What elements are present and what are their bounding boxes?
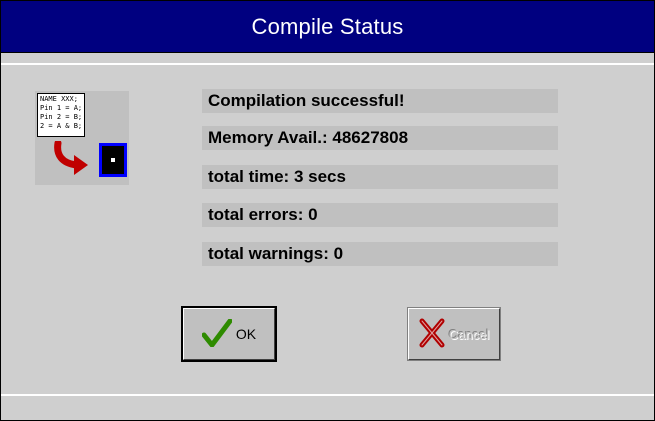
total-errors: total errors: 0 (202, 203, 558, 227)
chip-icon (99, 143, 127, 177)
memory-available: Memory Avail.: 48627808 (202, 126, 558, 150)
compile-status-dialog: Compile Status NAME XXX; Pin 1 = A; Pin … (0, 0, 655, 421)
status-message: Compilation successful! (202, 89, 558, 113)
total-warnings: total warnings: 0 (202, 242, 558, 266)
cancel-button[interactable]: Cancel (407, 307, 501, 361)
code-line: NAME XXX; (40, 95, 78, 103)
compile-icon: NAME XXX; Pin 1 = A; Pin 2 = B; 2 = A & … (35, 91, 129, 185)
ok-label: OK (235, 326, 257, 342)
curved-arrow-icon (50, 139, 94, 177)
separator (1, 394, 654, 396)
code-line: Pin 1 = A; (40, 104, 83, 112)
title-bar[interactable]: Compile Status (1, 1, 654, 53)
window-title: Compile Status (251, 14, 404, 39)
cancel-label: Cancel (448, 326, 490, 342)
source-code-icon: NAME XXX; Pin 1 = A; Pin 2 = B; 2 = A & … (37, 93, 85, 137)
total-time: total time: 3 secs (202, 165, 558, 189)
x-icon (419, 318, 445, 351)
separator (1, 63, 654, 65)
code-line: 2 = A & B; (40, 122, 83, 130)
code-line: Pin 2 = B; (40, 113, 83, 121)
checkmark-icon (201, 318, 233, 350)
ok-button[interactable]: OK (181, 306, 277, 362)
